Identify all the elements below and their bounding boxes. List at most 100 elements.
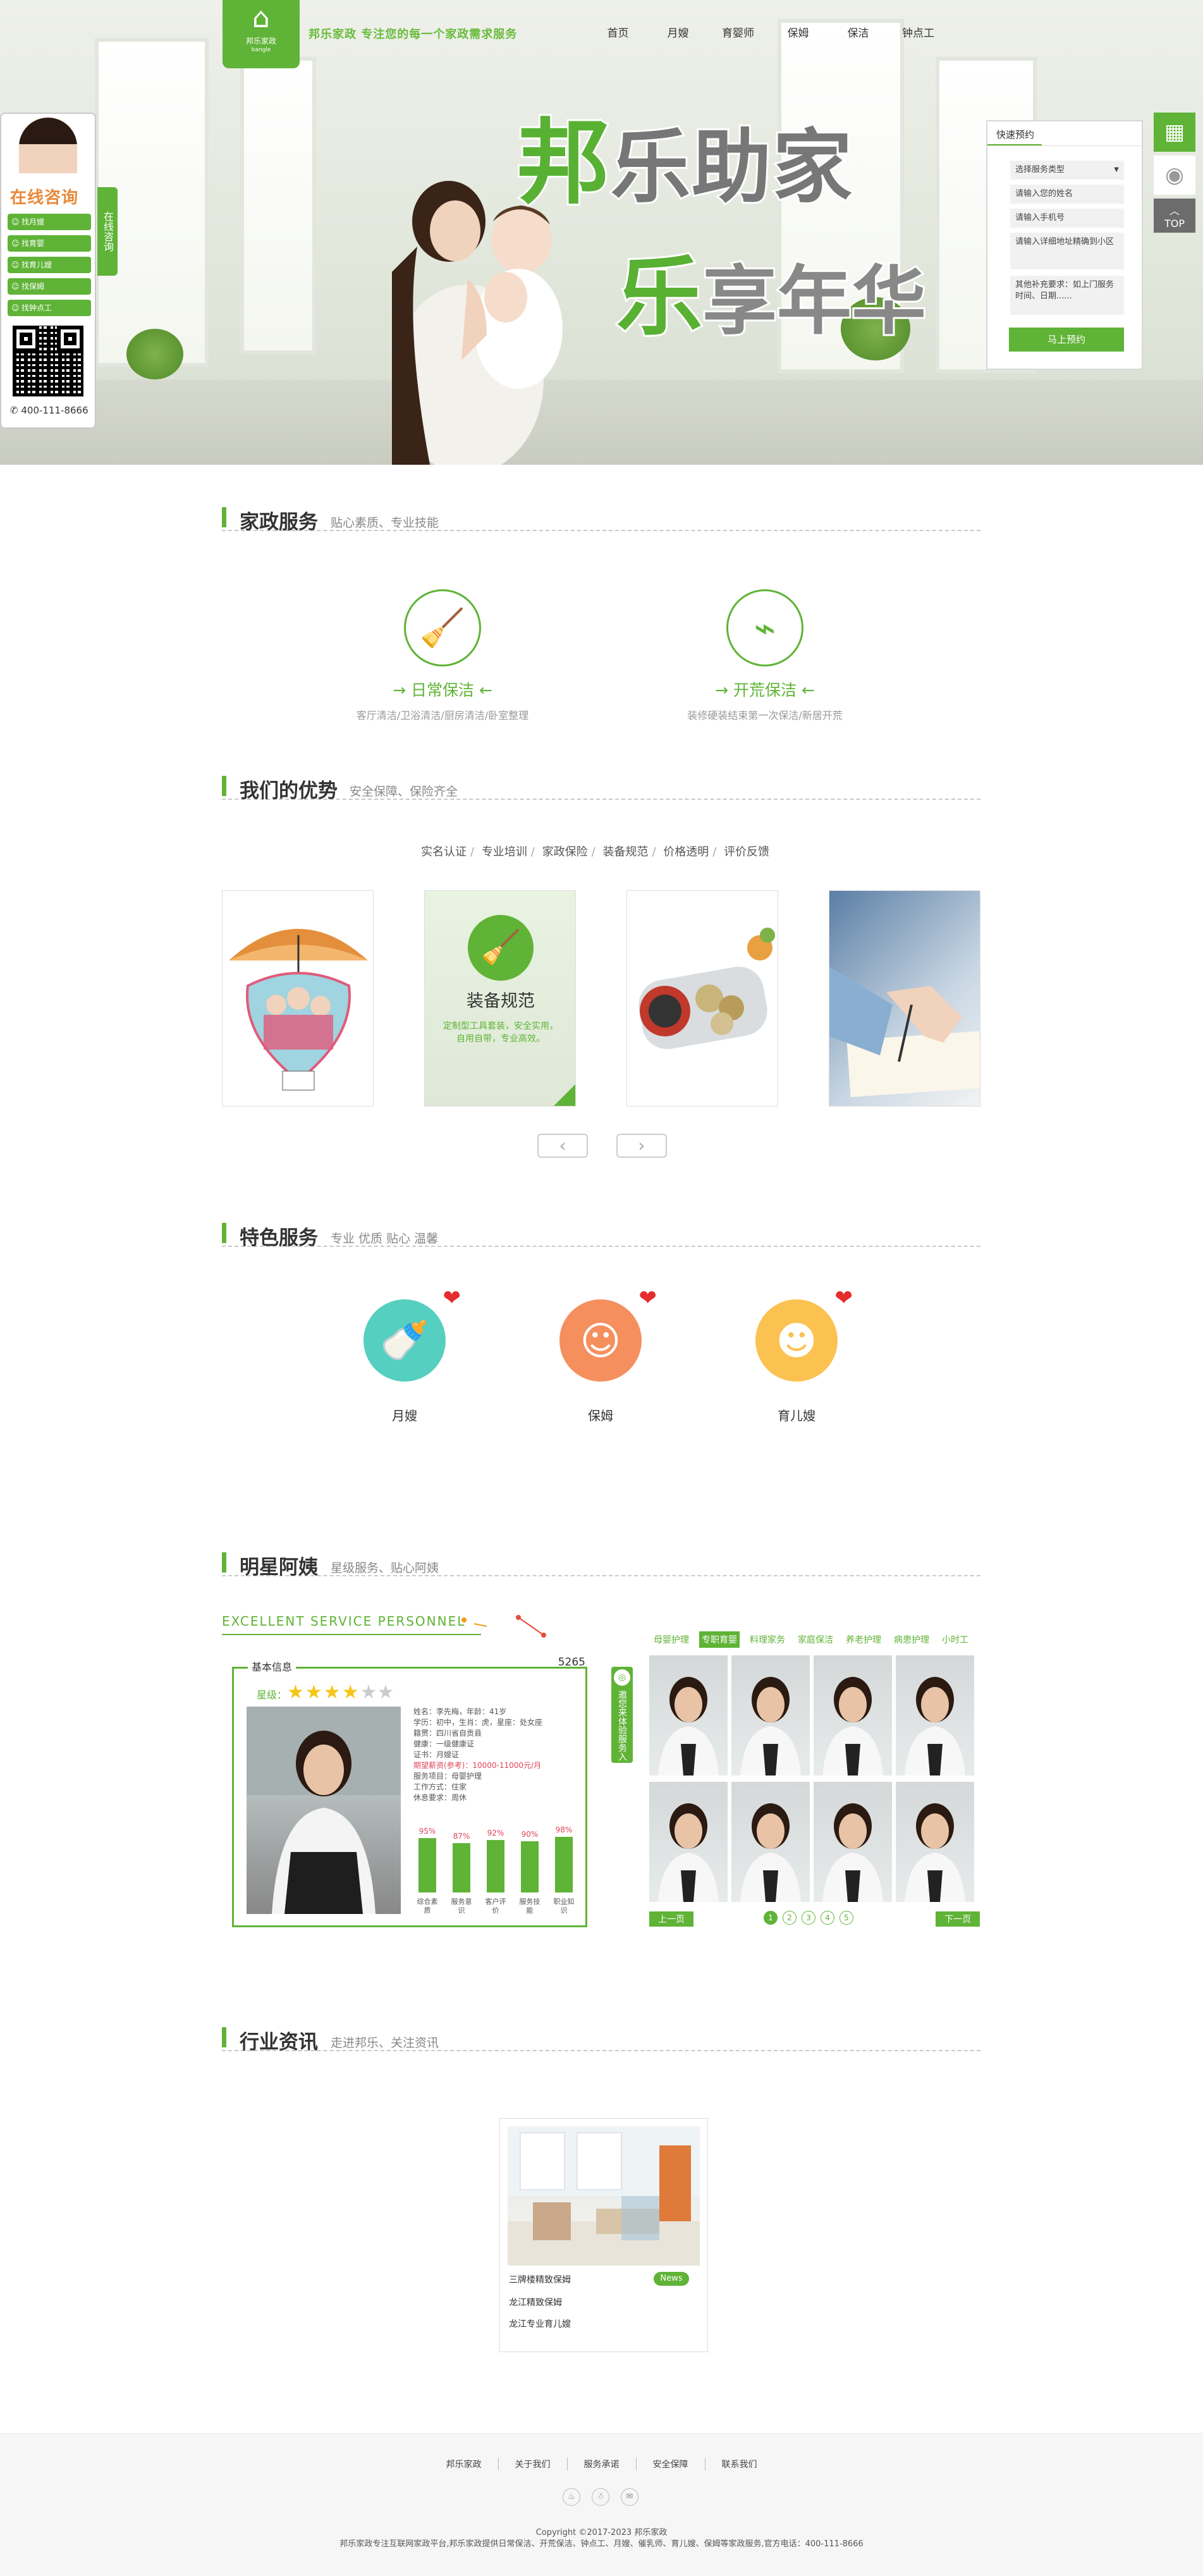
staff-category-tab[interactable]: 专职育婴 xyxy=(699,1631,740,1648)
news-tag: News xyxy=(654,2272,689,2286)
service-name: → 开荒保洁 ← xyxy=(715,681,815,699)
qq-icon[interactable]: ☃ xyxy=(592,2488,609,2506)
star-rating: 星级：★★★★★★ xyxy=(257,1681,394,1703)
news-item[interactable]: 龙江专业育儿嫂 xyxy=(509,2317,571,2330)
staff-thumbnail[interactable] xyxy=(731,1655,810,1776)
advantage-tab[interactable]: 价格透明 xyxy=(663,845,709,859)
staff-category-tab[interactable]: 家庭保洁 xyxy=(795,1631,836,1648)
title-bar xyxy=(222,1552,226,1573)
news-image[interactable] xyxy=(508,2126,700,2266)
address-input[interactable]: 请输入详细地址精确到小区 xyxy=(1010,233,1124,269)
corner-decoration xyxy=(554,1084,575,1106)
site-logo[interactable]: ⌂ 邦乐家政 bangle xyxy=(223,0,300,68)
staff-category-tab[interactable]: 母婴护理 xyxy=(651,1631,692,1648)
nav-zhongdiangong[interactable]: 钟点工 xyxy=(888,24,948,40)
advantage-tabs: 实名认证 / 专业培训 / 家政保险 / 装备规范 / 价格透明 / 评价反馈 xyxy=(421,845,770,859)
section-subtitle: 星级服务、贴心阿姨 xyxy=(331,1561,439,1575)
page-dot[interactable]: 5 xyxy=(840,1911,853,1925)
right-sidebar: ▦ ◉ ︿ TOP xyxy=(1154,113,1195,236)
note-input[interactable]: 其他补充要求：如上门服务时间、日期...... xyxy=(1010,276,1124,315)
footer-link[interactable]: 关于我们 xyxy=(499,2458,568,2470)
coin-jar-image xyxy=(638,928,775,1050)
staff-thumbnail[interactable] xyxy=(896,1655,974,1776)
consult-button[interactable]: 找育儿嫂 xyxy=(8,257,91,273)
info-line: 学历：初中，生肖：虎，星座：处女座 xyxy=(413,1718,543,1727)
skill-bar xyxy=(555,1837,573,1892)
footer-link[interactable]: 服务承诺 xyxy=(568,2458,637,2470)
nav-baojie[interactable]: 保洁 xyxy=(828,24,888,40)
advantage-tab[interactable]: 评价反馈 xyxy=(724,845,769,859)
skill-label: 综合素质 xyxy=(417,1898,438,1915)
feature-baomu[interactable]: ☺ ❤ 保姆 xyxy=(537,1285,664,1424)
next-page-button[interactable]: 下一页 xyxy=(936,1911,980,1927)
nav-baomu[interactable]: 保姆 xyxy=(768,24,828,40)
page-dot[interactable]: 3 xyxy=(802,1911,815,1925)
page-dot[interactable]: 2 xyxy=(783,1911,797,1925)
feature-name: 育儿嫂 xyxy=(778,1408,815,1423)
staff-category-tab[interactable]: 养老护理 xyxy=(843,1631,884,1648)
experience-entry-tab[interactable]: ◎ 邀您来体验服务入口 xyxy=(595,1667,633,1763)
service-daily-cleaning[interactable]: 🧹 → 日常保洁 ← 客厅清洁/卫浴清洁/厨房清洁/卧室整理 xyxy=(348,589,537,722)
mail-icon[interactable]: ✉ xyxy=(621,2488,638,2506)
hero-title-line1: 邦乐助家 xyxy=(515,107,854,219)
advantage-card-umbrella[interactable] xyxy=(222,890,374,1107)
feature-yuersao[interactable]: ☻ ❤ 育儿嫂 xyxy=(733,1285,860,1424)
consult-tab[interactable]: 在线咨询 xyxy=(97,187,118,276)
staff-info: 姓名：李先梅，年龄：41岁 学历：初中，生肖：虎，星座：处女座 籍贯：四川省自贡… xyxy=(413,1707,542,1803)
card-header: 基本信息 xyxy=(248,1659,296,1674)
advantage-card-equipment[interactable]: 🧹 装备规范 定制型工具套装，安全实用，自用自带，专业高效。 xyxy=(424,890,576,1107)
prev-page-button[interactable]: 上一页 xyxy=(649,1911,693,1927)
feature-yuesao[interactable]: 🍼 ❤ 月嫂 xyxy=(341,1285,468,1424)
wechat-icon[interactable]: ◉ xyxy=(1154,156,1195,195)
service-deep-cleaning[interactable]: ⌁ → 开荒保洁 ← 装修硬装结束第一次保洁/新居开荒 xyxy=(670,589,860,722)
nav-home[interactable]: 首页 xyxy=(588,24,648,40)
book-now-button[interactable]: 马上预约 xyxy=(1009,328,1124,352)
main-nav: 首页 月嫂 育婴师 保姆 保洁 钟点工 xyxy=(588,24,948,40)
advantage-card-price[interactable] xyxy=(626,890,778,1107)
info-line: 证书：月嫂证 xyxy=(413,1750,460,1759)
advantage-tab[interactable]: 家政保险 xyxy=(542,845,588,859)
news-item[interactable]: 龙江精致保姆 xyxy=(509,2296,562,2309)
footer-link[interactable]: 邦乐家政 xyxy=(430,2458,499,2470)
nav-yuyingshi[interactable]: 育婴师 xyxy=(708,24,768,40)
consult-phone: ✆ 400-111-8666 xyxy=(10,405,89,416)
advantage-tab[interactable]: 装备规范 xyxy=(602,845,648,859)
news-item[interactable]: 三牌楼精致保姆 xyxy=(509,2273,571,2286)
consult-button[interactable]: 找育婴 xyxy=(8,235,91,252)
calendar-icon[interactable]: ▦ xyxy=(1154,113,1195,152)
next-arrow-button[interactable]: › xyxy=(616,1134,667,1158)
staff-category-tab[interactable]: 病患护理 xyxy=(891,1631,932,1648)
staff-thumbnail[interactable] xyxy=(649,1782,728,1902)
footer-link[interactable]: 安全保障 xyxy=(637,2458,705,2470)
prev-arrow-button[interactable]: ‹ xyxy=(537,1134,588,1158)
staff-thumbnail[interactable] xyxy=(649,1655,728,1776)
advantage-card-feedback[interactable] xyxy=(829,890,980,1107)
staff-category-tab[interactable]: 小时工 xyxy=(939,1631,971,1648)
phone-icon: ✆ xyxy=(10,405,18,416)
advantage-tab[interactable]: 实名认证 xyxy=(421,845,467,859)
service-type-select[interactable]: 选择服务类型 ▼ xyxy=(1010,161,1124,180)
staff-thumbnail[interactable] xyxy=(814,1782,892,1902)
page-dot[interactable]: 1 xyxy=(764,1911,778,1925)
consult-button[interactable]: 找保姆 xyxy=(8,278,91,295)
staff-category-tab[interactable]: 料理家务 xyxy=(747,1631,788,1648)
name-input[interactable]: 请输入您的姓名 xyxy=(1010,185,1124,204)
weibo-icon[interactable]: ♨ xyxy=(563,2488,580,2506)
back-to-top-button[interactable]: ︿ TOP xyxy=(1154,199,1195,233)
consult-button[interactable]: 找钟点工 xyxy=(8,300,91,316)
staff-thumbnail[interactable] xyxy=(896,1782,974,1902)
nav-yuesao[interactable]: 月嫂 xyxy=(648,24,708,40)
skill-bar xyxy=(418,1838,436,1892)
section-subtitle: 走进邦乐、关注资讯 xyxy=(331,2036,439,2050)
star-icon: ★★★★ xyxy=(287,1681,360,1703)
phone-input[interactable]: 请输入手机号 xyxy=(1010,209,1124,228)
advantage-tab[interactable]: 专业培训 xyxy=(482,845,527,859)
staff-thumbnail[interactable] xyxy=(814,1655,892,1776)
social-icons: ♨ ☃ ✉ xyxy=(563,2488,638,2506)
consult-button[interactable]: 找月嫂 xyxy=(8,214,91,230)
info-line: 期望薪资(参考)：10000-11000元/月 xyxy=(413,1761,542,1770)
page-dot[interactable]: 4 xyxy=(821,1911,834,1925)
staff-thumbnail[interactable] xyxy=(731,1782,810,1902)
logo-name: 邦乐家政 xyxy=(245,37,276,46)
footer-link[interactable]: 联系我们 xyxy=(705,2458,774,2470)
